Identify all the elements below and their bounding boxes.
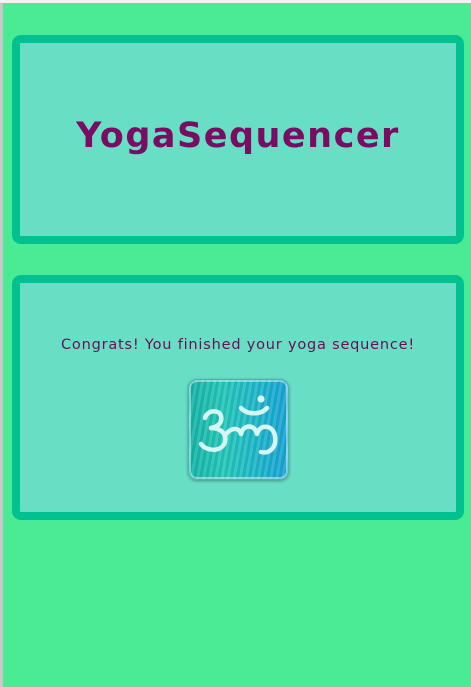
- om-icon: [198, 395, 278, 455]
- header-panel: YogaSequencer: [12, 35, 464, 244]
- completion-message: Congrats! You finished your yoga sequenc…: [61, 337, 415, 353]
- window-top-edge: [0, 0, 471, 3]
- window-left-edge: [0, 0, 3, 687]
- completion-panel: Congrats! You finished your yoga sequenc…: [12, 275, 464, 520]
- om-button[interactable]: [188, 379, 289, 480]
- app-title: YogaSequencer: [76, 115, 400, 156]
